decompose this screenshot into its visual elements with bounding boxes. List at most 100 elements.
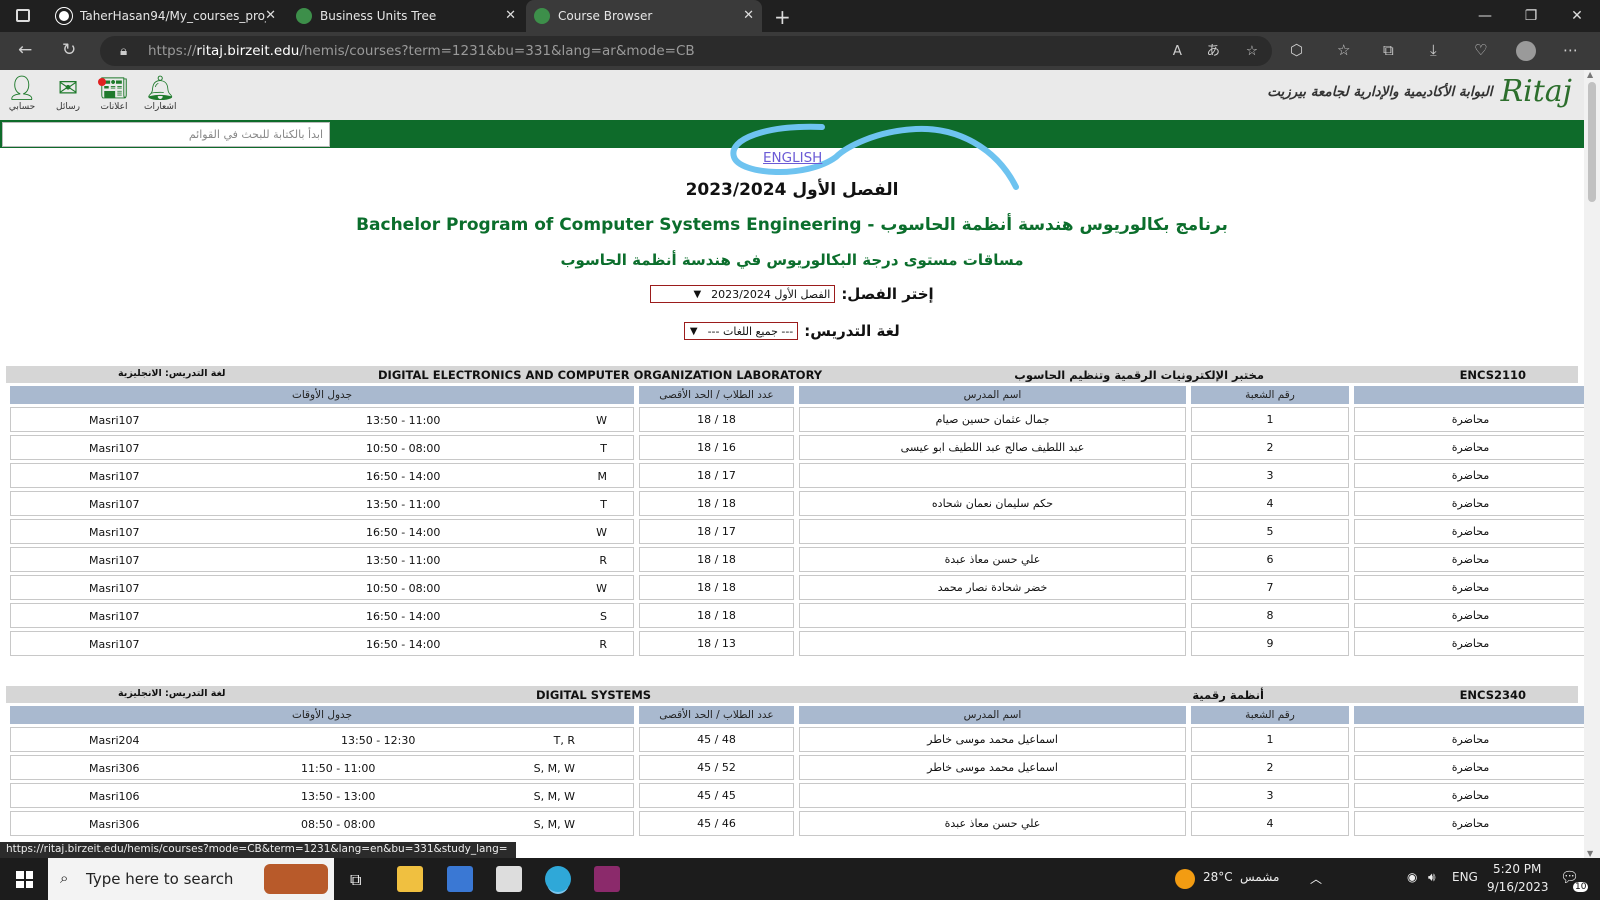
course-header: ENCS2110 مختبر الإلكترونيات الرقمية وتنظي… bbox=[6, 366, 1578, 383]
minimize-icon[interactable]: — bbox=[1462, 0, 1508, 32]
tab-course-browser[interactable]: Course Browser ✕ bbox=[526, 0, 762, 32]
schedule-cell: Masri107 14:00 - 16:50 S bbox=[10, 603, 634, 628]
scroll-down-icon[interactable]: ▼ bbox=[1587, 849, 1593, 858]
section-cell[interactable]: 7 bbox=[1191, 575, 1349, 600]
announcements-link[interactable]: 📰︎ اعلانات bbox=[98, 74, 130, 112]
section-cell[interactable]: 5 bbox=[1191, 519, 1349, 544]
icon-label: اشعارات bbox=[144, 102, 177, 112]
time: 14:00 - 16:50 bbox=[366, 470, 441, 483]
english-link[interactable]: ENGLISH bbox=[763, 150, 822, 166]
weather-temp[interactable]: 28°C bbox=[1203, 870, 1233, 884]
room: Masri107 bbox=[89, 638, 140, 651]
type-header bbox=[1354, 706, 1584, 724]
volume-icon[interactable]: 🔊︎ bbox=[1428, 870, 1436, 885]
section-cell[interactable]: 3 bbox=[1191, 783, 1349, 808]
back-icon[interactable]: ← bbox=[18, 40, 32, 60]
browser-titlebar: TaherHasan94/My_courses_proje ✕ Business… bbox=[0, 0, 1600, 32]
translate-icon[interactable]: あ bbox=[1207, 36, 1221, 66]
days: S, M, W bbox=[533, 818, 575, 831]
chevron-down-icon: ▼ bbox=[693, 288, 702, 300]
site-header: 👤︎ حسابي ✉ رسائل 📰︎ اعلانات 🔔︎ اشعارات Ritaj… bbox=[0, 70, 1584, 120]
icon-label: حسابي bbox=[8, 102, 36, 112]
table-row: Masri107 11:00 - 13:50 W 18 / 18 جمال عثمان … bbox=[10, 407, 1584, 432]
close-window-icon[interactable]: ✕ bbox=[1554, 0, 1600, 32]
time: 08:00 - 10:50 bbox=[366, 442, 441, 455]
section-cell[interactable]: 8 bbox=[1191, 603, 1349, 628]
weather-icon bbox=[1175, 869, 1195, 889]
taskbar-search[interactable]: ⌕ Type here to search bbox=[48, 858, 334, 900]
course-language: لغة التدريس: الانجليزية bbox=[118, 688, 226, 699]
extensions-icon[interactable]: ⬡ bbox=[1290, 41, 1303, 59]
performance-icon[interactable]: ♡ bbox=[1474, 41, 1487, 59]
tab-close-icon[interactable]: ✕ bbox=[265, 8, 276, 23]
tab-business-units[interactable]: Business Units Tree ✕ bbox=[288, 0, 524, 32]
section-cell[interactable]: 3 bbox=[1191, 463, 1349, 488]
new-tab-icon[interactable]: + bbox=[774, 5, 791, 29]
capacity-header: عدد الطلاب / الحد الأقصى bbox=[639, 706, 794, 724]
instructor-cell bbox=[799, 463, 1186, 488]
section-cell[interactable]: 1 bbox=[1191, 407, 1349, 432]
winrar-icon[interactable] bbox=[594, 866, 620, 892]
room: Masri107 bbox=[89, 414, 140, 427]
windows-start-icon[interactable] bbox=[16, 871, 33, 888]
clock-date[interactable]: 9/16/2023 bbox=[1487, 880, 1549, 894]
section-cell[interactable]: 4 bbox=[1191, 811, 1349, 836]
section-cell[interactable]: 1 bbox=[1191, 727, 1349, 752]
menu-search-input[interactable]: ابدأ بالكتابة للبحث في القوائم bbox=[2, 122, 330, 147]
downloads-icon[interactable]: ⤓ bbox=[1430, 41, 1437, 59]
language-value: --- جميع اللغات --- bbox=[707, 324, 794, 338]
section-cell[interactable]: 9 bbox=[1191, 631, 1349, 656]
file-explorer-icon[interactable] bbox=[397, 866, 423, 892]
edge-icon[interactable] bbox=[545, 866, 571, 892]
store-icon[interactable] bbox=[447, 866, 473, 892]
tray-chevron-icon[interactable]: ︿ bbox=[1310, 870, 1322, 887]
tab-github[interactable]: TaherHasan94/My_courses_proje ✕ bbox=[48, 0, 284, 32]
url-field[interactable]: 🔒︎ https://ritaj.birzeit.edu/hemis/cours… bbox=[100, 36, 1272, 66]
maximize-icon[interactable]: ❐ bbox=[1508, 0, 1554, 32]
language-select[interactable]: --- جميع اللغات --- ▼ bbox=[684, 322, 799, 340]
favorites-icon[interactable]: ☆ bbox=[1337, 41, 1350, 59]
account-link[interactable]: 👤︎ حسابي bbox=[6, 74, 38, 112]
profile-avatar[interactable] bbox=[1516, 41, 1536, 61]
clock-time[interactable]: 5:20 PM bbox=[1493, 862, 1541, 876]
tab-actions-icon[interactable] bbox=[16, 9, 30, 22]
notifications-link[interactable]: 🔔︎ اشعارات bbox=[144, 74, 176, 112]
time: 12:30 - 13:50 bbox=[341, 734, 416, 747]
favorite-star-icon[interactable]: ☆ bbox=[1246, 36, 1258, 66]
refresh-icon[interactable]: ↻ bbox=[62, 40, 76, 60]
table-row: Masri204 12:30 - 13:50 T, R 48 / 45 اسماعيل … bbox=[10, 727, 1584, 752]
room: Masri306 bbox=[89, 818, 140, 831]
section-cell[interactable]: 2 bbox=[1191, 435, 1349, 460]
search-highlight-image bbox=[264, 864, 328, 894]
section-cell[interactable]: 2 bbox=[1191, 755, 1349, 780]
more-menu-icon[interactable]: ⋯ bbox=[1563, 41, 1578, 59]
term-select[interactable]: الفصل الأول 2023/2024 ▼ bbox=[650, 285, 836, 303]
capacity-cell: 18 / 18 bbox=[639, 547, 794, 572]
time: 14:00 - 16:50 bbox=[366, 638, 441, 651]
section-cell[interactable]: 4 bbox=[1191, 491, 1349, 516]
scroll-thumb[interactable] bbox=[1588, 82, 1596, 202]
scroll-up-icon[interactable]: ▲ bbox=[1587, 70, 1593, 79]
collections-icon[interactable]: ⧉ bbox=[1383, 41, 1394, 59]
site-logo-area[interactable]: Ritaj البوابة الأكاديمية والإدارية لجامع… bbox=[1267, 74, 1572, 109]
schedule-cell: Masri306 11:00 - 11:50 S, M, W bbox=[10, 755, 634, 780]
messages-link[interactable]: ✉ رسائل bbox=[52, 74, 84, 112]
days: W bbox=[596, 414, 607, 427]
task-view-icon[interactable]: ⧉ bbox=[350, 870, 361, 890]
days: R bbox=[599, 554, 607, 567]
section-cell[interactable]: 6 bbox=[1191, 547, 1349, 572]
page-scrollbar[interactable]: ▲ ▼ bbox=[1584, 70, 1600, 858]
portal-title: البوابة الأكاديمية والإدارية لجامعة بيرز… bbox=[1267, 83, 1493, 100]
tab-close-icon[interactable]: ✕ bbox=[743, 8, 754, 23]
read-aloud-icon[interactable]: A bbox=[1173, 36, 1182, 66]
language-indicator[interactable]: ENG bbox=[1452, 870, 1478, 884]
tab-close-icon[interactable]: ✕ bbox=[505, 8, 516, 23]
network-icon[interactable]: ◉ bbox=[1407, 870, 1417, 884]
days: W bbox=[596, 582, 607, 595]
type-cell: محاضرة bbox=[1354, 727, 1584, 752]
mail-app-icon[interactable] bbox=[496, 866, 522, 892]
url-domain: ritaj.birzeit.edu bbox=[196, 43, 300, 59]
schedule-cell: Masri106 13:00 - 13:50 S, M, W bbox=[10, 783, 634, 808]
capacity-header: عدد الطلاب / الحد الأقصى bbox=[639, 386, 794, 404]
table-header-row: جدول الأوقات عدد الطلاب / الحد الأقصى اسم … bbox=[10, 706, 1584, 724]
